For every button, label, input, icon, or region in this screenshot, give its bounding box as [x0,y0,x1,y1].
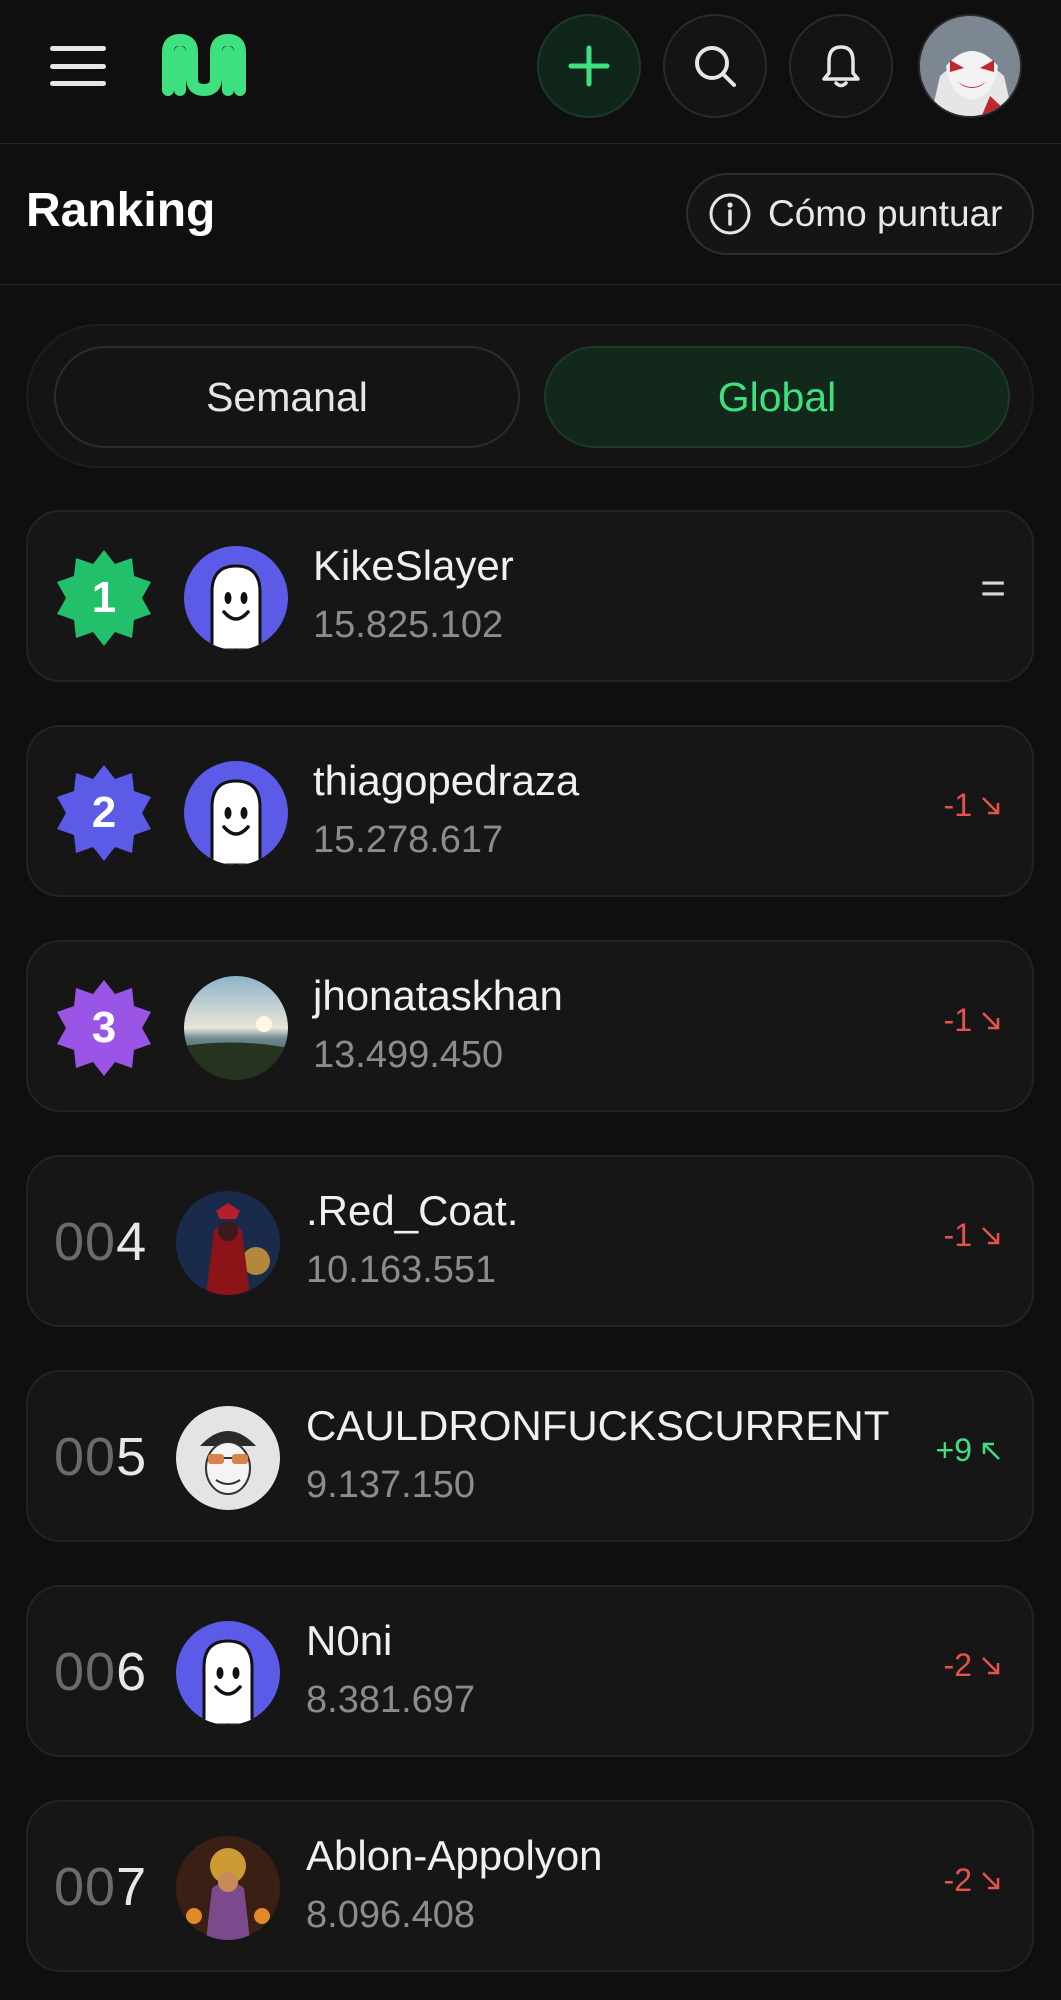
rank-number-prefix: 00 [54,1427,117,1487]
rank-change: -2 [944,1862,1002,1899]
player-score: 13.499.450 [313,1034,504,1076]
player-score: 8.381.697 [306,1679,476,1721]
ghost-avatar-icon [184,546,288,650]
hamburger-icon[interactable] [46,40,110,92]
search-icon [695,46,736,87]
player-name[interactable]: thiagopedraza [313,757,579,805]
rank-number: 007 [54,1856,147,1918]
rank-change-value: -1 [943,1217,972,1253]
ranking-row[interactable]: 007 Ablon-Appolyon 8.096.408 -2 [26,1800,1034,1972]
rank-number: 005 [54,1426,147,1488]
bell-icon [822,45,860,88]
avatar [176,1406,280,1510]
page-header: Ranking Cómo puntuar [0,145,1061,285]
player-score: 10.163.551 [306,1249,497,1291]
rank-number: 006 [54,1641,147,1703]
arrow-down-right-icon [982,1656,1000,1674]
rank-number-value: 6 [116,1642,148,1702]
avatar [176,1621,280,1725]
avatar [184,976,288,1080]
player-name[interactable]: jhonataskhan [313,972,563,1020]
rank-change: -1 [944,1002,1002,1039]
rank-change: +9 [936,1432,1002,1469]
arrow-down-right-icon [982,1871,1000,1889]
rank-change: -2 [944,1647,1002,1684]
add-button[interactable] [537,14,641,118]
ranking-row[interactable]: 005 CAULDRONFUCKSCURRENT 9.137.150 +9 [26,1370,1034,1542]
ranking-tabs: Semanal Global [26,324,1034,468]
rank-change-value: -2 [943,1647,972,1683]
player-score: 9.137.150 [306,1464,476,1506]
player-name[interactable]: N0ni [306,1617,392,1665]
ghost-avatar-icon [184,761,288,865]
page-title: Ranking [26,184,216,237]
warrior-avatar-image [176,1836,280,1940]
player-score: 8.096.408 [306,1894,476,1936]
rank-change: -1 [944,787,1002,824]
rank-change-value: -1 [943,787,972,823]
rank-change: = [980,564,1006,614]
arrow-down-right-icon [982,1226,1000,1244]
tab-semanal[interactable]: Semanal [54,346,520,448]
ranking-row[interactable]: 3 jhonataskhan 13.499.450 -1 [26,940,1034,1112]
sketch-avatar-image [176,1406,280,1510]
profile-avatar[interactable] [918,14,1022,118]
ranking-row[interactable]: 1 KikeSlayer 15.825.102 = [26,510,1034,682]
top-bar [0,0,1061,144]
rank-number-value: 7 [116,1857,148,1917]
rank-badge: 1 [54,548,154,648]
rank-number: 2 [91,788,117,837]
avatar [184,761,288,865]
info-icon [709,193,751,235]
profile-avatar-image [920,16,1020,116]
red-coat-avatar-image [176,1191,280,1295]
avatar [184,546,288,650]
player-name[interactable]: CAULDRONFUCKSCURRENT [306,1402,889,1450]
rank-number-prefix: 00 [54,1212,117,1272]
rank-change-value: = [980,564,1006,613]
notifications-button[interactable] [789,14,893,118]
avatar [176,1191,280,1295]
rank-number: 3 [91,1003,117,1052]
rank-change-value: +9 [935,1432,972,1468]
plus-icon [568,45,610,87]
rank-change-value: -2 [943,1862,972,1898]
arrow-down-right-icon [982,796,1000,814]
beach-avatar-image [184,976,288,1080]
rank-change: -1 [944,1217,1002,1254]
rank-number-prefix: 00 [54,1642,117,1702]
rank-number-value: 5 [116,1427,148,1487]
arrow-down-right-icon [982,1011,1000,1029]
player-score: 15.278.617 [313,819,504,861]
how-to-score-button[interactable]: Cómo puntuar [686,173,1034,255]
how-to-score-label: Cómo puntuar [768,193,1003,234]
tab-global[interactable]: Global [544,346,1010,448]
ranking-row[interactable]: 2 thiagopedraza 15.278.617 -1 [26,725,1034,897]
arrow-up-left-icon [982,1442,1000,1460]
rank-change-value: -1 [943,1002,972,1038]
rank-number: 004 [54,1211,147,1273]
ranking-row[interactable]: 004 .Red_Coat. 10.163.551 -1 [26,1155,1034,1327]
avatar [176,1836,280,1940]
player-name[interactable]: Ablon-Appolyon [306,1832,603,1880]
rank-number: 1 [91,573,117,622]
ghost-avatar-icon [176,1621,280,1725]
rank-badge: 3 [54,978,154,1078]
rank-badge: 2 [54,763,154,863]
search-button[interactable] [663,14,767,118]
brand-logo[interactable] [158,32,254,98]
ranking-row[interactable]: 006 N0ni 8.381.697 -2 [26,1585,1034,1757]
player-score: 15.825.102 [313,604,504,646]
player-name[interactable]: KikeSlayer [313,542,514,590]
player-name[interactable]: .Red_Coat. [306,1187,518,1235]
rank-number-prefix: 00 [54,1857,117,1917]
rank-number-value: 4 [116,1212,148,1272]
